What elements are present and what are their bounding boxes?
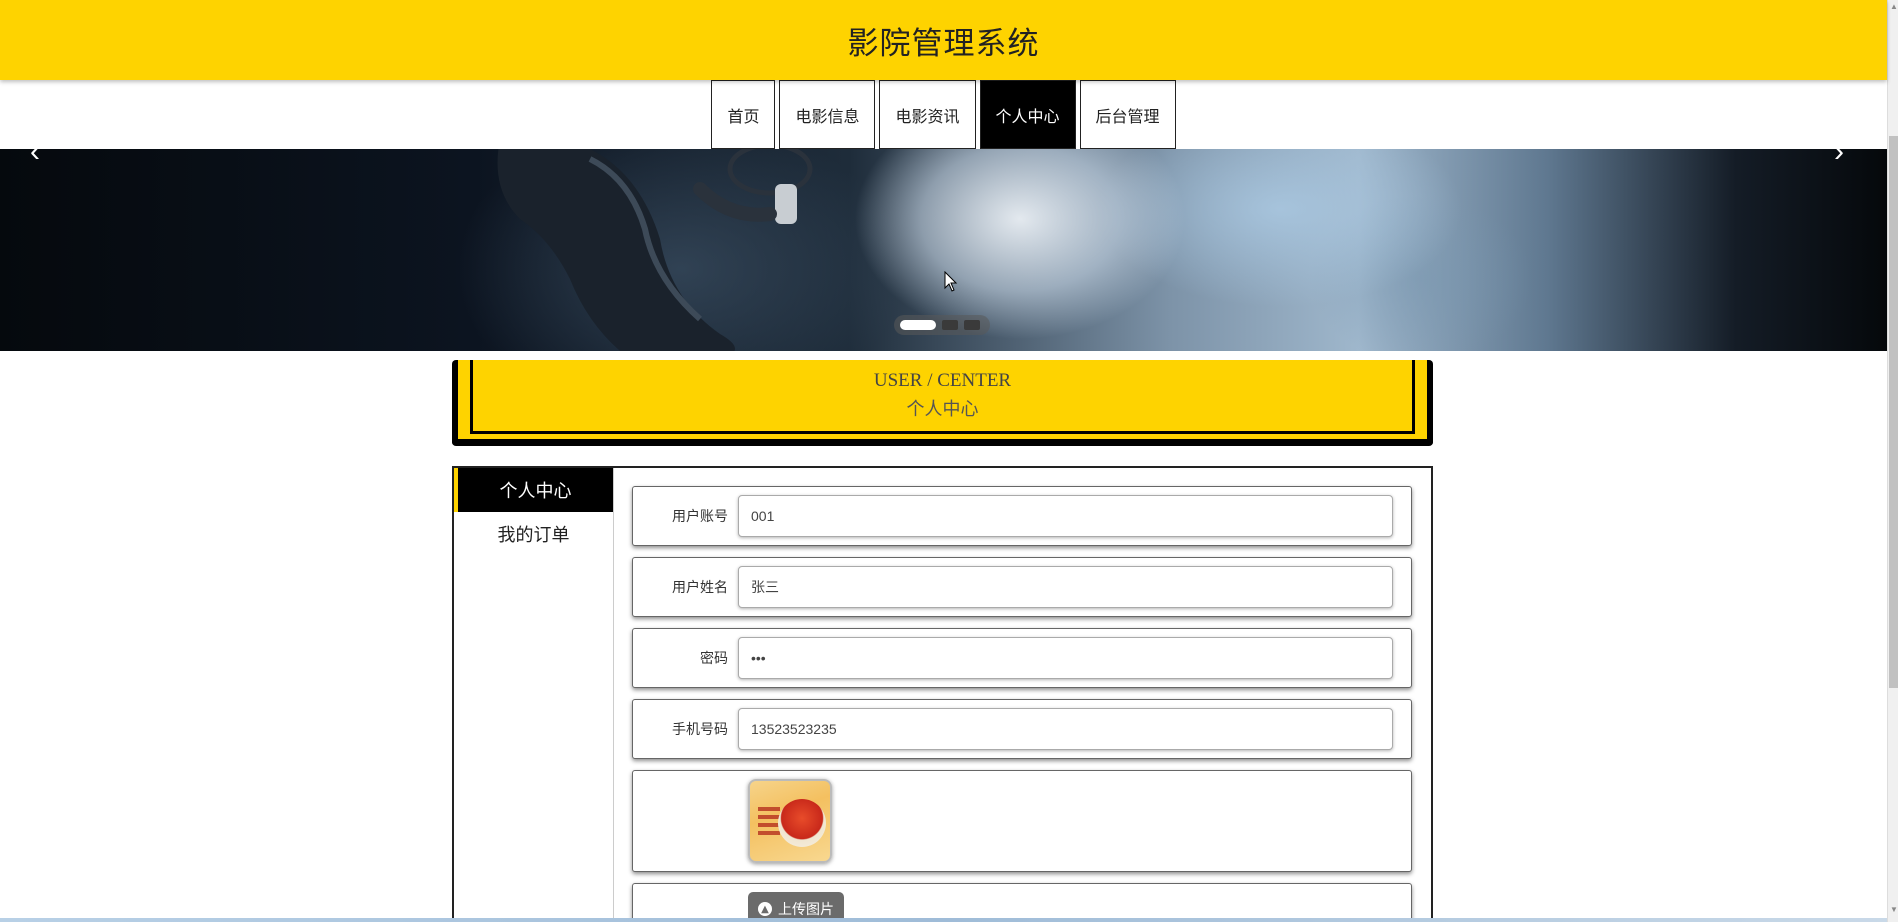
nav-item-movie-news[interactable]: 电影资讯 [879, 80, 976, 149]
section-title-cn: 个人中心 [906, 399, 979, 420]
site-title: 影院管理系统 [847, 25, 1040, 62]
page-scrollbar[interactable]: ▲ ▼ [1887, 0, 1898, 922]
banner-carousel: ‹ › [0, 149, 1887, 351]
sidebar-item-user-center[interactable]: 个人中心 [454, 468, 613, 512]
thumbnail-cake-art [778, 799, 826, 847]
carousel-dot-3[interactable] [964, 320, 980, 330]
scroll-down-icon[interactable]: ▼ [1890, 905, 1898, 914]
main-nav: 首页 电影信息 电影资讯 个人中心 后台管理 [0, 80, 1887, 149]
avatar-thumbnail[interactable] [748, 779, 832, 863]
account-input[interactable] [738, 495, 1393, 537]
form-row-phone: 手机号码 [632, 699, 1412, 759]
scroll-up-icon[interactable]: ▲ [1890, 2, 1898, 11]
thumbnail-text-art [758, 807, 780, 837]
taskbar-edge [0, 918, 1887, 922]
banner-next-icon[interactable]: › [1834, 149, 1844, 167]
form-row-account: 用户账号 [632, 486, 1412, 546]
form-row-upload: ▲ 上传图片 [632, 883, 1412, 922]
top-header: 影院管理系统 [0, 0, 1887, 80]
nav-item-home[interactable]: 首页 [711, 80, 776, 149]
name-label: 用户姓名 [672, 580, 728, 596]
nav-item-user-center[interactable]: 个人中心 [979, 80, 1076, 149]
astronaut-image [497, 149, 813, 351]
mouse-cursor-icon [944, 271, 958, 292]
user-center-panel: 个人中心 我的订单 用户账号 用户姓名 密码 手机号码 ▲ [452, 466, 1433, 922]
form-row-name: 用户姓名 [632, 557, 1412, 617]
phone-input[interactable] [738, 708, 1393, 750]
upload-button-label: 上传图片 [778, 902, 834, 918]
password-label: 密码 [700, 651, 728, 667]
phone-label: 手机号码 [672, 722, 728, 738]
password-input[interactable] [738, 637, 1393, 679]
banner-prev-icon[interactable]: ‹ [30, 149, 40, 167]
account-label: 用户账号 [672, 509, 728, 525]
upload-icon: ▲ [758, 902, 772, 916]
carousel-dot-2[interactable] [942, 320, 958, 330]
form-row-avatar [632, 770, 1412, 872]
scrollbar-thumb[interactable] [1889, 136, 1898, 688]
name-input[interactable] [738, 566, 1393, 608]
profile-form: 用户账号 用户姓名 密码 手机号码 ▲ 上传图片 [632, 486, 1412, 922]
carousel-indicators [894, 315, 990, 335]
section-title-en: USER / CENTER [873, 370, 1012, 391]
section-header: USER / CENTER 个人中心 [452, 360, 1433, 446]
form-row-password: 密码 [632, 628, 1412, 688]
sidebar: 个人中心 我的订单 [454, 468, 614, 922]
nav-item-movie-info[interactable]: 电影信息 [779, 80, 876, 149]
nav-item-admin[interactable]: 后台管理 [1079, 80, 1176, 149]
sidebar-item-my-orders[interactable]: 我的订单 [454, 512, 613, 556]
carousel-dot-1[interactable] [900, 320, 936, 330]
